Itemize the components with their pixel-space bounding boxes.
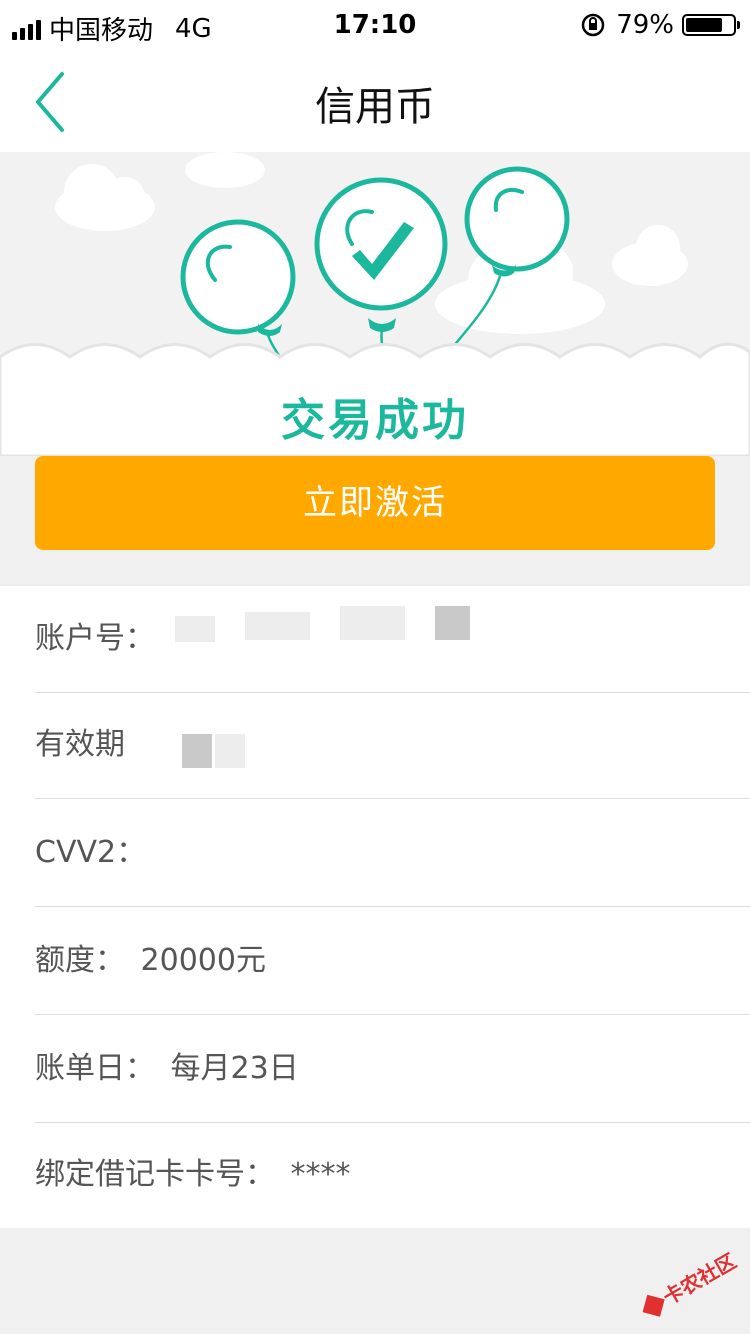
debit-card-row: 绑定借记卡卡号： **** [35,1122,750,1229]
watermark-logo: 卡农社区 [642,1249,740,1317]
debit-card-value: **** [290,1157,351,1192]
bill-day-label: 账单日： [35,1051,155,1086]
credit-limit-row: 额度： 20000元 [35,908,750,1015]
page-title: 信用币 [315,84,435,130]
account-number-row: 账户号： [35,586,750,693]
activate-button[interactable]: 立即激活 [35,456,715,550]
battery-icon [682,14,740,36]
redaction-mask [175,616,215,642]
rotation-lock-icon [581,13,605,37]
svg-text:卡农社区: 卡农社区 [659,1249,740,1310]
redaction-mask [182,734,212,768]
success-banner: 交易成功 [0,152,750,456]
redaction-mask [245,612,310,640]
credit-limit-value: 20000元 [140,943,266,978]
debit-card-label: 绑定借记卡卡号： [35,1157,275,1192]
expiry-label: 有效期 [35,727,125,762]
cvv-row: CVV2： [35,800,750,907]
credit-limit-label: 额度： [35,943,125,978]
redaction-mask [435,606,470,640]
card-info-list: 账户号： 有效期 CVV2： 额度： 20000元 账单日： 每月23日 绑定借… [0,586,750,1228]
account-number-label: 账户号： [35,621,155,656]
redaction-mask [340,606,405,640]
cvv-label: CVV2： [35,835,147,870]
expiry-row: 有效期 [35,692,750,799]
nav-bar: 信用币 [0,52,750,152]
bill-day-value: 每月23日 [170,1051,299,1086]
status-bar: 中国移动 4G 17:10 79% [0,0,750,52]
redaction-mask [215,734,245,768]
bill-day-row: 账单日： 每月23日 [35,1016,750,1123]
battery-percent: 79% [616,10,674,40]
success-title: 交易成功 [281,395,469,446]
